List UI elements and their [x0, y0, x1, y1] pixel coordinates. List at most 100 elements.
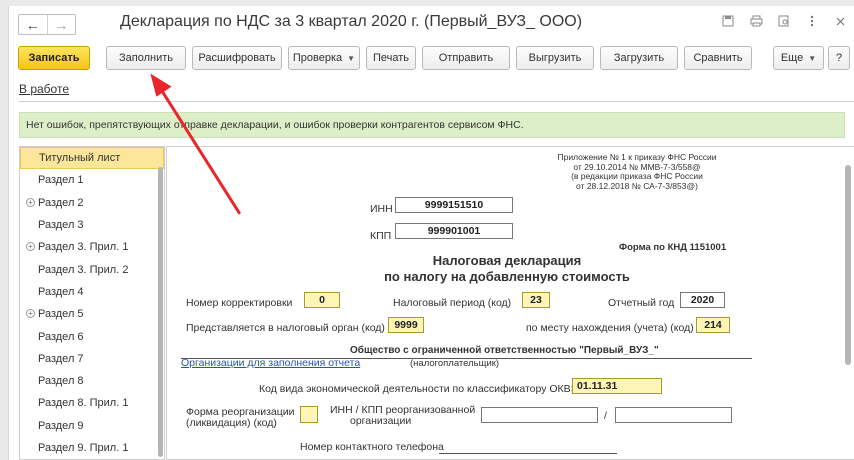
title-tools [721, 14, 847, 28]
form-title: Налоговая декларация [432, 253, 582, 268]
chevron-down-icon: ▼ [808, 53, 817, 63]
title-page-form: Приложение № 1 к приказу ФНС России от 2… [166, 146, 854, 460]
section-item-label: Раздел 3. Прил. 1 [38, 241, 129, 254]
command-bar: Записать Заполнить Расшифровать Проверка… [9, 46, 854, 72]
section-item[interactable]: Раздел 3 [20, 214, 164, 236]
form-subtitle: по налогу на добавленную стоимость [384, 269, 630, 284]
section-item-label: Раздел 5 [38, 308, 84, 321]
section-item[interactable]: Титульный лист [20, 147, 164, 170]
decode-button[interactable]: Расшифровать [192, 46, 282, 70]
inn-field[interactable]: 9999151510 [395, 197, 513, 213]
section-item[interactable]: Раздел 4 [20, 281, 164, 303]
declaration-window: ← → Декларация по НДС за 3 квартал 2020 … [8, 6, 854, 460]
check-button-label: Проверка [292, 52, 343, 64]
organizations-link[interactable]: Организации для заполнения отчета [181, 357, 360, 369]
section-item-label: Раздел 9. Прил. 1 [38, 442, 129, 454]
divider [19, 101, 854, 102]
check-button[interactable]: Проверка ▼ [288, 46, 360, 70]
sections-container: Титульный лист Раздел 1 + Раздел 2 Раздел 3 +… [20, 147, 164, 459]
sections-list: Титульный лист Раздел 1 + Раздел 2 Раздел 3 +… [19, 146, 165, 460]
preview-icon[interactable] [777, 14, 791, 28]
location-code-field[interactable]: 214 [696, 317, 730, 333]
kpp-field[interactable]: 999901001 [395, 223, 513, 239]
history-nav: ← → [18, 14, 76, 35]
okved-label: Код вида экономической деятельности по к… [259, 383, 585, 395]
tax-period-label: Налоговый период (код) [393, 297, 512, 309]
section-item[interactable]: Раздел 3. Прил. 2 [20, 258, 164, 280]
organization-name: Общество с ограниченной ответственностью… [350, 345, 659, 356]
phone-field[interactable] [439, 453, 617, 454]
tax-authority-label: Представляется в налоговый орган (код) [186, 322, 385, 334]
reorg-form-field[interactable] [300, 406, 318, 423]
expand-icon[interactable]: + [26, 309, 35, 319]
reorg-kpp-field[interactable] [615, 407, 732, 423]
tax-authority-field[interactable]: 9999 [388, 317, 424, 333]
load-button[interactable]: Загрузить [600, 46, 678, 70]
kpp-label: КПП [370, 230, 392, 242]
inn-label: ИНН [370, 203, 393, 215]
reorg-inn-label-2: организации [350, 415, 412, 427]
send-button[interactable]: Отправить [422, 46, 510, 70]
section-item[interactable]: Раздел 8. Прил. 1 [20, 392, 164, 414]
print-icon[interactable] [749, 14, 763, 28]
form-scrollbar[interactable] [845, 153, 851, 453]
chevron-down-icon: ▼ [347, 53, 356, 63]
tax-period-field[interactable]: 23 [522, 292, 550, 308]
section-item-label: Раздел 7 [38, 352, 84, 365]
section-item[interactable]: + Раздел 5 [20, 303, 164, 325]
okved-field[interactable]: 01.11.31 [572, 378, 662, 394]
report-year-field[interactable]: 2020 [680, 292, 725, 308]
status-link[interactable]: В работе [19, 82, 69, 96]
fill-button[interactable]: Заполнить [106, 46, 186, 70]
save-button[interactable]: Записать [18, 46, 90, 70]
section-item[interactable]: Раздел 7 [20, 348, 164, 370]
reorg-form-label-2: (ликвидация) (код) [186, 417, 277, 429]
slash-separator: / [604, 410, 607, 422]
compare-button[interactable]: Сравнить [684, 46, 752, 70]
close-icon[interactable] [833, 14, 847, 28]
more-button[interactable]: Еще ▼ [773, 46, 824, 70]
more-button-label: Еще [780, 52, 804, 64]
info-message: Нет ошибок, препятствующих отправке декл… [19, 112, 845, 138]
phone-label: Номер контактного телефона [300, 441, 444, 453]
scrollbar-thumb[interactable] [845, 165, 851, 365]
section-item[interactable]: + Раздел 2 [20, 192, 164, 214]
reorg-inn-field[interactable] [481, 407, 598, 423]
section-item[interactable]: Раздел 9. Прил. 1 [20, 437, 164, 459]
save-icon[interactable] [721, 14, 735, 28]
appendix-line: от 28.12.2018 № СА-7-3/853@) [576, 180, 698, 191]
appendix-note: Приложение № 1 к приказу ФНС России от 2… [507, 152, 767, 191]
correction-label: Номер корректировки [186, 297, 293, 309]
section-item-label: Раздел 9 [38, 419, 84, 432]
back-button[interactable]: ← [19, 15, 47, 34]
section-item-label: Раздел 3 [38, 219, 84, 232]
print-button[interactable]: Печать [366, 46, 416, 70]
more-icon[interactable] [805, 14, 819, 28]
correction-number-field[interactable]: 0 [304, 292, 340, 308]
expand-icon[interactable]: + [26, 197, 35, 207]
section-item[interactable]: Раздел 9 [20, 415, 164, 437]
section-item[interactable]: Раздел 1 [20, 169, 164, 191]
upload-button[interactable]: Выгрузить [516, 46, 594, 70]
section-item-label: Раздел 8 [38, 375, 84, 388]
section-item-label: Раздел 2 [38, 196, 84, 209]
scrollbar-thumb[interactable] [158, 167, 163, 457]
forward-button[interactable]: → [46, 15, 76, 34]
window-title: Декларация по НДС за 3 квартал 2020 г. (… [120, 13, 583, 30]
section-item-label: Раздел 1 [38, 174, 84, 187]
taxpayer-caption: (налогоплательщик) [410, 358, 500, 369]
help-button[interactable]: ? [828, 46, 850, 70]
section-item-label: Раздел 8. Прил. 1 [38, 397, 129, 410]
section-item-label: Раздел 4 [38, 285, 84, 298]
location-code-label: по месту нахождения (учета) (код) [526, 322, 694, 334]
sections-scrollbar[interactable] [158, 149, 163, 459]
section-item[interactable]: Раздел 8 [20, 370, 164, 392]
section-item[interactable]: Раздел 6 [20, 325, 164, 347]
section-item-label: Раздел 3. Прил. 2 [38, 263, 129, 276]
knd-form-code: Форма по КНД 1151001 [619, 242, 727, 253]
section-item-label: Титульный лист [39, 152, 121, 165]
title-bar: ← → Декларация по НДС за 3 квартал 2020 … [9, 6, 854, 38]
section-item[interactable]: + Раздел 3. Прил. 1 [20, 236, 164, 258]
report-year-label: Отчетный год [608, 297, 675, 309]
expand-icon[interactable]: + [26, 242, 35, 252]
